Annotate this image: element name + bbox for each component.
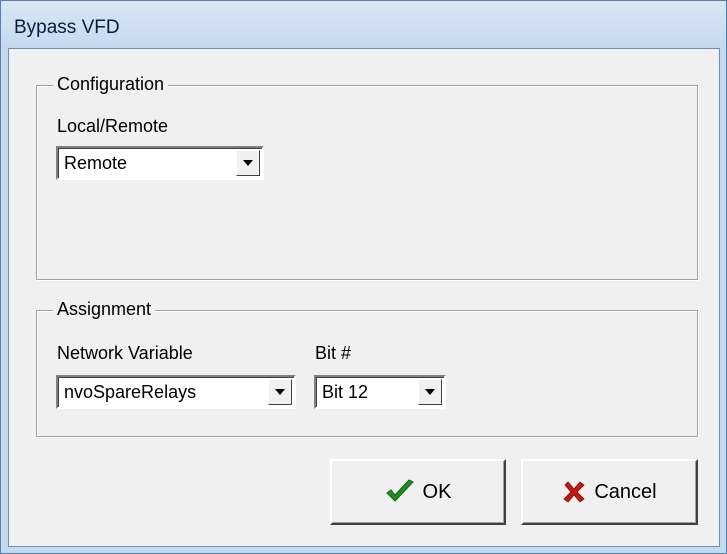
chevron-down-icon	[275, 389, 285, 395]
window-title: Bypass VFD	[14, 17, 120, 38]
bit-dropdown-button[interactable]	[418, 379, 442, 405]
local-remote-value: Remote	[64, 153, 128, 173]
network-variable-dropdown-button[interactable]	[268, 379, 292, 405]
red-x-icon	[563, 481, 585, 503]
bit-value: Bit 12	[322, 382, 369, 402]
dialog-body: Configuration Local/Remote Remote Assign…	[8, 48, 720, 547]
local-remote-dropdown-button[interactable]	[236, 150, 260, 176]
local-remote-select[interactable]: Remote	[56, 146, 264, 180]
bit-select[interactable]: Bit 12	[314, 375, 446, 409]
cancel-button-label: Cancel	[594, 480, 657, 503]
checkmark-icon	[385, 479, 414, 502]
ok-button-label: OK	[422, 480, 452, 503]
configuration-group: Configuration	[36, 74, 698, 280]
ok-button[interactable]: OK	[330, 459, 506, 525]
network-variable-value: nvoSpareRelays	[64, 382, 197, 402]
assignment-group: Assignment	[36, 299, 698, 437]
chevron-down-icon	[243, 160, 253, 166]
chevron-down-icon	[425, 389, 435, 395]
configuration-group-title: Configuration	[53, 74, 169, 95]
title-bar[interactable]: Bypass VFD	[1, 1, 726, 47]
dialog-window: Bypass VFD Configuration Local/Remote Re…	[0, 0, 727, 554]
network-variable-select[interactable]: nvoSpareRelays	[56, 375, 296, 409]
local-remote-label: Local/Remote	[57, 116, 169, 136]
assignment-group-title: Assignment	[53, 299, 156, 320]
bit-label: Bit #	[315, 343, 352, 363]
cancel-button[interactable]: Cancel	[521, 459, 698, 525]
network-variable-label: Network Variable	[57, 343, 193, 363]
